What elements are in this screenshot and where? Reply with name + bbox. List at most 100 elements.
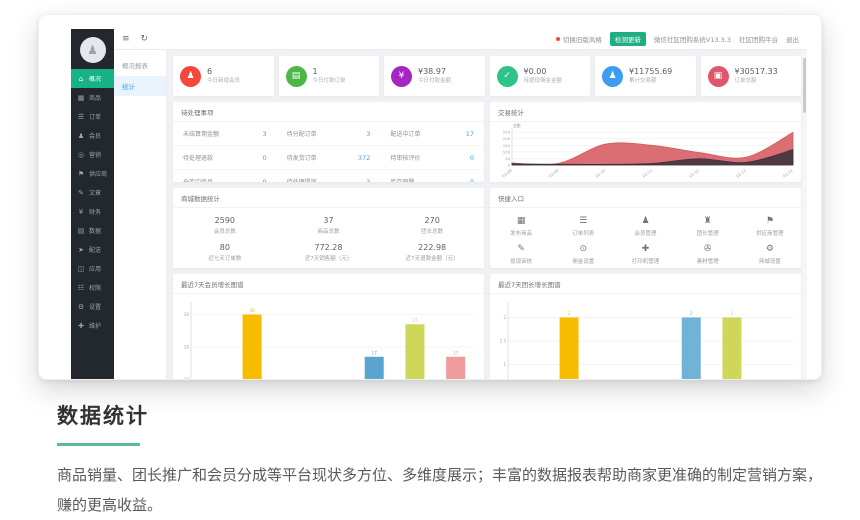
mall-stat-label: 近七天订单数 <box>173 254 277 262</box>
quick-entry-团长管理[interactable]: ♜团长管理 <box>677 216 739 237</box>
sidebar-item-订单[interactable]: ☰订单 <box>71 107 114 126</box>
pending-item: 待审核评价 0 <box>380 146 484 170</box>
sidebar-item-icon: ¥ <box>77 208 85 216</box>
subnav-section-label: 概况报表 <box>114 56 166 76</box>
quick-entry-label: 素材管理 <box>677 257 739 265</box>
stat-label: 今日付款金额 <box>418 77 451 85</box>
quick-entry-供应商管理[interactable]: ⚑供应商管理 <box>739 216 801 237</box>
printer-manage-icon: ✚ <box>614 244 676 255</box>
pending-item-value[interactable]: 17 <box>466 130 474 138</box>
commission-setting-icon: ⊙ <box>552 244 614 255</box>
supplier-manage-icon: ⚑ <box>739 216 801 227</box>
sidebar-item-权限[interactable]: ☷权限 <box>71 278 114 297</box>
refresh-icon[interactable]: ↻ <box>141 34 149 44</box>
scrollbar-thumb[interactable] <box>803 58 806 113</box>
svg-text:1.5: 1.5 <box>500 339 507 344</box>
check-update-button[interactable]: 检测更新 <box>610 32 646 46</box>
order-total-icon: ▣ <box>708 66 729 87</box>
quick-entry-商城设置[interactable]: ⚙ 商城设置 <box>739 244 801 265</box>
quick-entry-会员管理[interactable]: ♟会员管理 <box>614 216 676 237</box>
pending-item-label: 未结算佣金额 <box>183 129 219 138</box>
quick-entry-素材管理[interactable]: ✇ 素材管理 <box>677 244 739 265</box>
svg-text:03-13: 03-13 <box>735 167 747 178</box>
avatar[interactable]: ♟ <box>80 37 106 63</box>
withdraw-audit-icon: ✎ <box>490 244 552 255</box>
sidebar-item-维护[interactable]: ✚维护 <box>71 316 114 335</box>
mall-stat: 772.28近7天销售额（元） <box>277 243 381 262</box>
sidebar-item-配送[interactable]: ➤配送 <box>71 240 114 259</box>
sidebar-item-供应商[interactable]: ⚑供应商 <box>71 164 114 183</box>
pending-item-value[interactable]: 372 <box>358 154 370 162</box>
sidebar-item-设置[interactable]: ⚙设置 <box>71 297 114 316</box>
sidebar-item-label: 权限 <box>89 283 101 292</box>
logout-link[interactable]: 退出 <box>786 34 799 44</box>
pending-item-value[interactable]: 0 <box>470 154 474 162</box>
mall-stat-value: 80 <box>173 243 277 252</box>
pending-item-value[interactable]: 0 <box>470 178 474 183</box>
svg-text:03-08: 03-08 <box>501 167 513 178</box>
mall-setting-icon: ⚙ <box>739 244 801 255</box>
member-growth-title: 最近7天会员增长图谱 <box>173 274 484 294</box>
mall-stat: 37商品总数 <box>277 216 381 235</box>
quick-entry-label: 打印机管理 <box>614 257 676 265</box>
material-manage-icon: ✇ <box>677 244 739 255</box>
stat-card: ♟¥11755.69累计交易额 <box>595 56 696 96</box>
admin-scrollbar[interactable] <box>802 50 807 380</box>
svg-text:03-14: 03-14 <box>782 167 794 178</box>
sidebar-item-财务[interactable]: ¥财务 <box>71 202 114 221</box>
svg-text:1: 1 <box>503 362 506 367</box>
pending-item-value[interactable]: 3 <box>263 130 267 138</box>
quick-entry-label: 商城设置 <box>739 257 801 265</box>
pending-item-value[interactable]: 3 <box>366 130 370 138</box>
pending-panel: 待处理事项 未结算佣金额3待分配订单3配送中订单17待处理退款0待发货订单372… <box>173 102 484 182</box>
pending-item-value[interactable]: 0 <box>263 154 267 162</box>
subnav: 概况报表 统计 <box>114 50 167 380</box>
sidebar-menu: ⌂概况▦商品☰订单 ♟ 会员 ◎营销⚑供应商✎文章¥财务▤数据➤配送◫应用☷权限⚙设置… <box>71 69 114 335</box>
quick-entry-佣金设置[interactable]: ⊙佣金设置 <box>552 244 614 265</box>
pay-amount-icon: ¥ <box>391 66 412 87</box>
svg-text:30: 30 <box>184 312 190 317</box>
skin-switch-link[interactable]: 切换旧版风格 <box>556 34 602 44</box>
leader-manage-icon: ♜ <box>677 216 739 227</box>
quick-entry-label: 提现审核 <box>490 257 552 265</box>
sidebar-item-icon: ♟ <box>77 132 85 140</box>
leader-growth-panel: 最近7天团长增长图谱 11.52222 <box>490 274 801 380</box>
mall-stats-panel: 商城数据统计 2590会员总数37商品总数270团长总数80近七天订单数772.… <box>173 188 484 268</box>
quick-entry-提现审核[interactable]: ✎ 提现审核 <box>490 244 552 265</box>
quick-entry-发布商品[interactable]: ▦发布商品 <box>490 216 552 237</box>
svg-text:金额: 金额 <box>513 123 521 128</box>
trade-chart-title: 交易统计 <box>490 102 801 122</box>
platform-name[interactable]: 社区团购平台 <box>739 34 778 44</box>
pending-grid: 未结算佣金额3待分配订单3配送中订单17待处理退款0待发货订单372待审核评价0… <box>173 122 484 182</box>
topbar-right: 切换旧版风格 检测更新 微信社区团购系统V13.3.3 社区团购平台 退出 <box>556 32 799 46</box>
svg-text:03-11: 03-11 <box>641 167 653 178</box>
sidebar-item-概况[interactable]: ⌂概况 <box>71 69 114 88</box>
sidebar-item-商品[interactable]: ▦商品 <box>71 88 114 107</box>
stat-card: ✓¥0.00待提现佣金金额 <box>490 56 591 96</box>
sidebar-item-label: 会员 <box>89 131 101 140</box>
svg-text:2: 2 <box>503 315 506 320</box>
svg-text:03-09: 03-09 <box>548 167 560 178</box>
stat-value: 6 <box>207 67 240 77</box>
mall-stat-label: 会员总数 <box>173 227 277 235</box>
subnav-item-statistics[interactable]: 统计 <box>114 76 166 96</box>
sidebar-item-label: 营销 <box>89 150 101 159</box>
pending-item: 待发货订单372 <box>277 146 381 170</box>
pending-panel-title: 待处理事项 <box>173 102 484 122</box>
pending-item-value[interactable]: 9 <box>263 178 267 183</box>
dashboard-screenshot-card: ♟ ⌂概况▦商品☰订单♟会员◎营销⚑供应商✎文章¥财务▤数据➤配送◫应用☷权限⚙… <box>38 14 822 380</box>
pending-item-value[interactable]: 3 <box>366 178 370 183</box>
pending-item-label: 待审核评价 <box>390 153 420 162</box>
quick-entry-订单列表[interactable]: ☰订单列表 <box>552 216 614 237</box>
sidebar-item-会员[interactable]: ♟ 会员 <box>71 126 114 145</box>
sidebar-item-营销[interactable]: ◎营销 <box>71 145 114 164</box>
svg-text:2: 2 <box>690 311 693 316</box>
svg-text:250: 250 <box>503 130 511 135</box>
menu-toggle-icon[interactable]: ≡ <box>122 34 130 44</box>
quick-entry-打印机管理[interactable]: ✚ 打印机管理 <box>614 244 676 265</box>
sidebar-item-数据[interactable]: ▤数据 <box>71 221 114 240</box>
sidebar-item-应用[interactable]: ◫应用 <box>71 259 114 278</box>
mall-stat-value: 2590 <box>173 216 277 225</box>
sidebar-item-label: 应用 <box>89 264 101 273</box>
sidebar-item-文章[interactable]: ✎文章 <box>71 183 114 202</box>
